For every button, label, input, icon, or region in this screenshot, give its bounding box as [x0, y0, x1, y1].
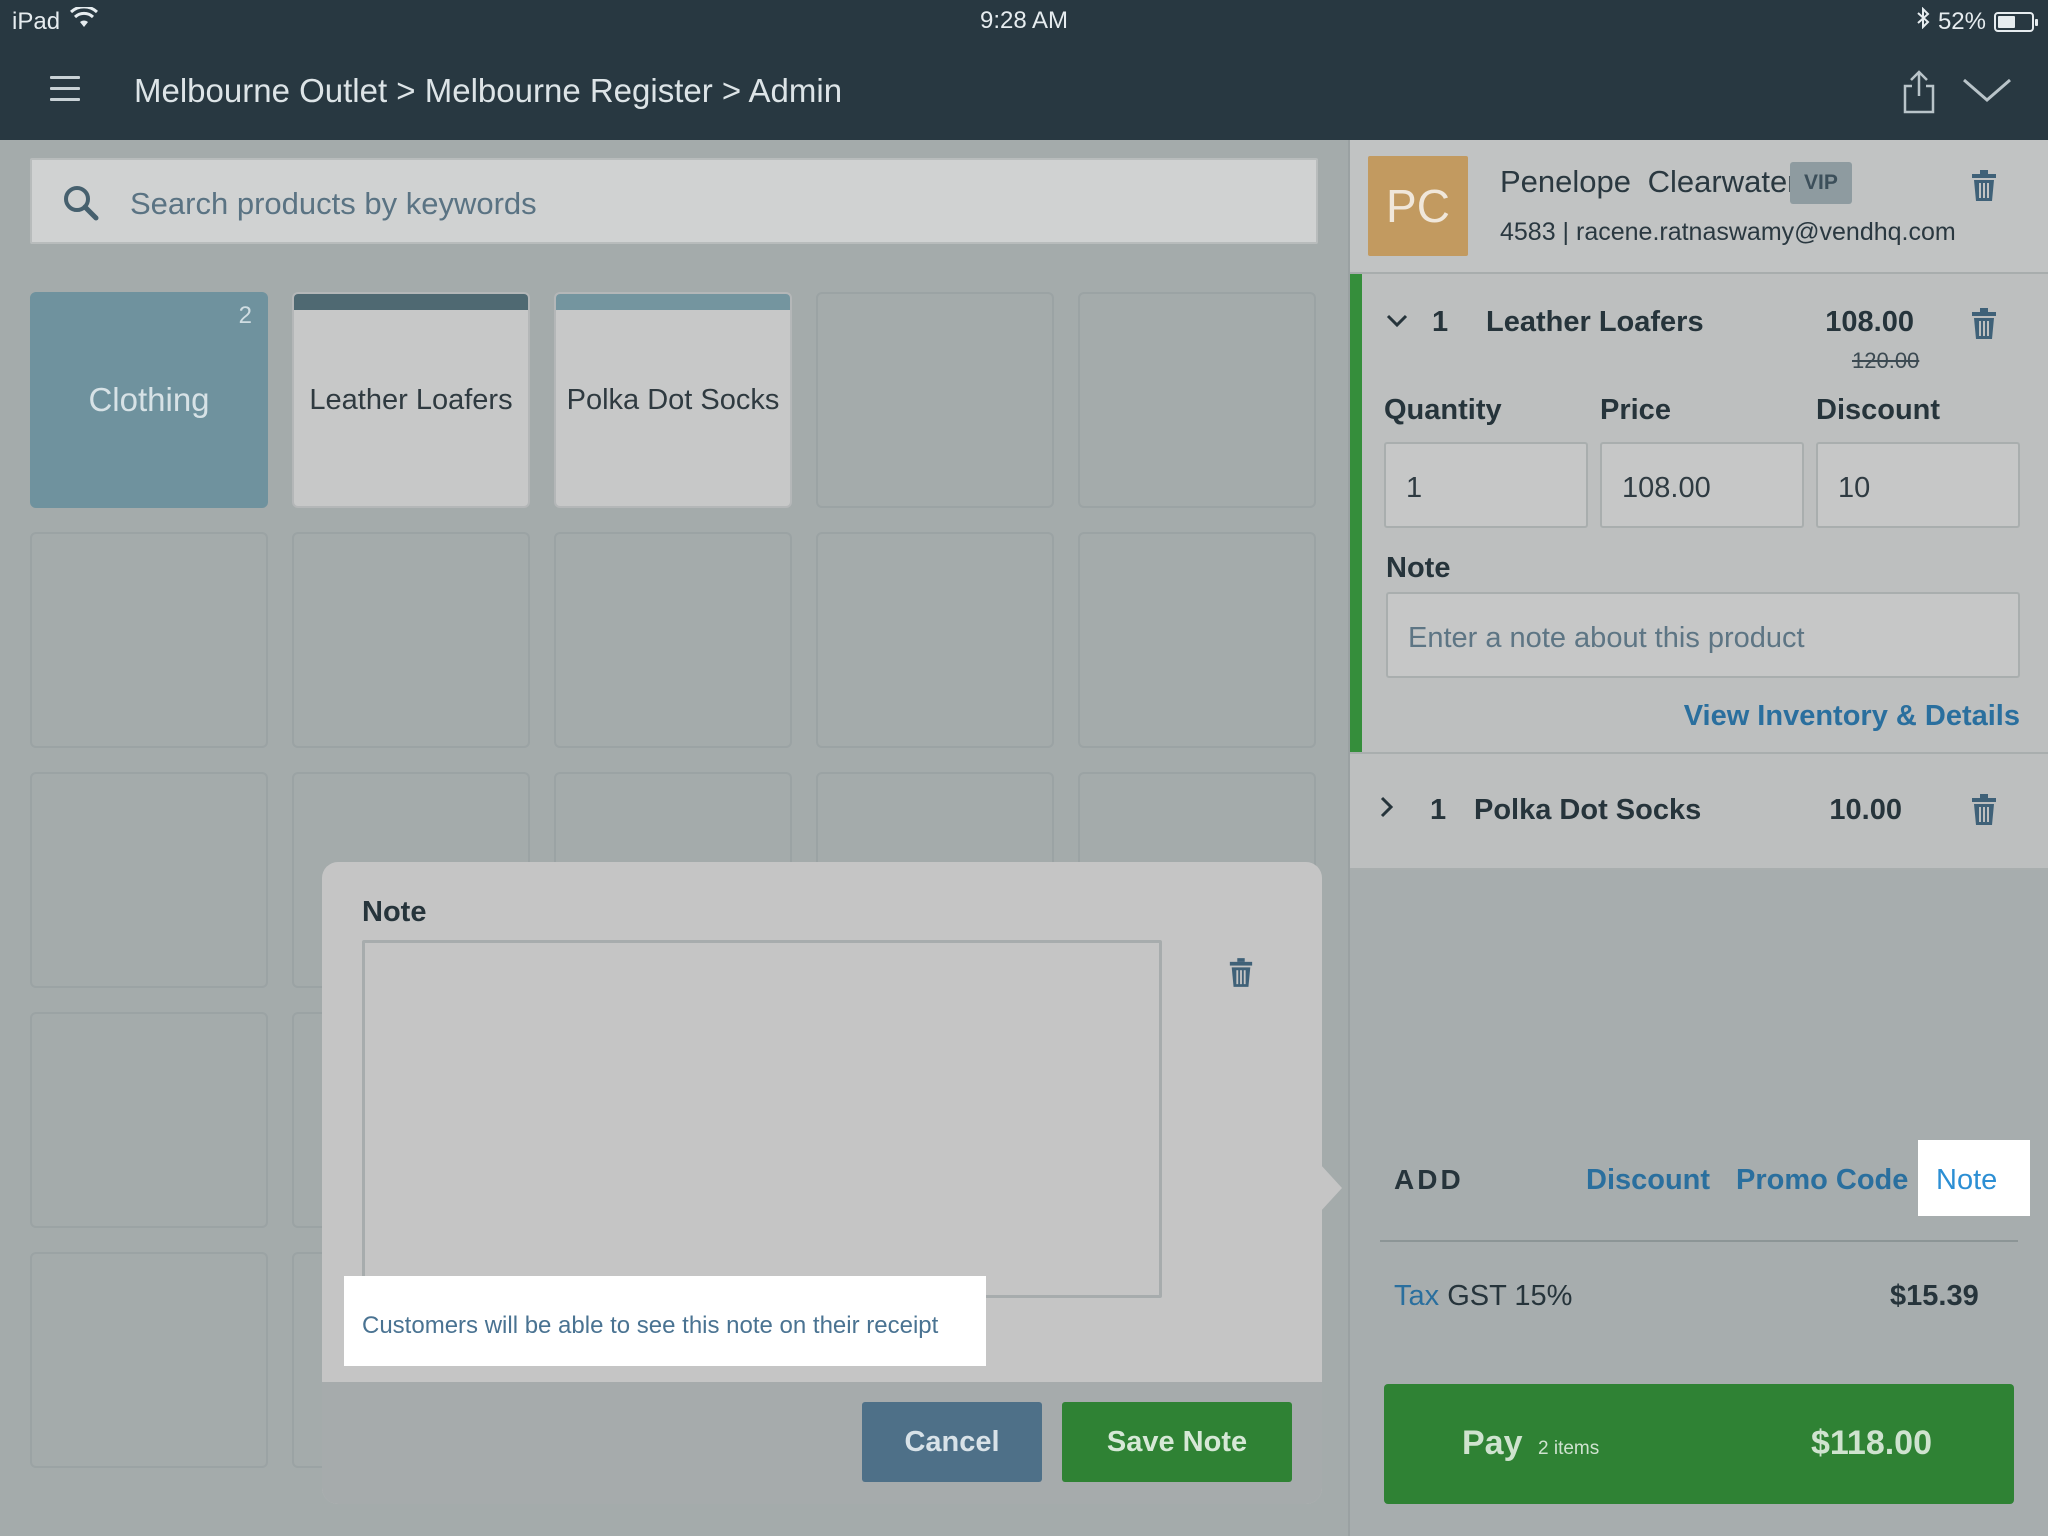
breadcrumb: Melbourne Outlet > Melbourne Register > …	[134, 72, 843, 109]
search-placeholder: Search products by keywords	[130, 186, 537, 221]
note-textarea[interactable]	[362, 940, 1162, 1298]
hamburger-menu-icon[interactable]	[50, 76, 80, 101]
divider	[1380, 1240, 2018, 1242]
cancel-button[interactable]: Cancel	[862, 1402, 1042, 1482]
search-icon	[62, 184, 100, 227]
clear-note-trash-icon[interactable]	[1228, 958, 1254, 993]
status-time: 9:28 AM	[979, 7, 1069, 34]
add-note-button[interactable]: Note	[1918, 1140, 2030, 1216]
chevron-down-icon[interactable]	[1386, 314, 1408, 333]
pay-button[interactable]: Pay 2 items $118.00	[1384, 1384, 2014, 1504]
pay-items-count: 2 items	[1538, 1438, 1600, 1459]
tax-link[interactable]: Tax	[1394, 1280, 1439, 1312]
line-name: Leather Loafers	[1486, 306, 1704, 338]
remove-item-trash-icon[interactable]	[1970, 308, 1998, 345]
note-label: Note	[1386, 552, 1451, 584]
empty-tile	[816, 292, 1054, 508]
add-label: ADD	[1394, 1164, 1464, 1195]
battery-percent: 52%	[1937, 7, 1986, 35]
empty-tile	[292, 532, 530, 748]
add-note-label: Note	[1936, 1164, 1998, 1196]
cart-line-item[interactable]: 1 Polka Dot Socks 10.00	[1350, 752, 2048, 870]
note-popover: Note Customers will be able to see this …	[322, 862, 1342, 1504]
empty-tile	[554, 532, 792, 748]
chevron-right-icon[interactable]	[1380, 796, 1394, 823]
empty-tile	[816, 532, 1054, 748]
empty-tile	[30, 772, 268, 988]
save-note-button[interactable]: Save Note	[1062, 1402, 1292, 1482]
status-bar: iPad 9:28 AM 52%	[0, 0, 2048, 40]
battery-icon	[1994, 11, 2038, 32]
quantity-label: Quantity	[1384, 394, 1502, 426]
note-hint: Customers will be able to see this note …	[344, 1276, 986, 1366]
original-price: 120.00	[1852, 348, 1920, 373]
line-name: Polka Dot Socks	[1474, 794, 1702, 826]
battery-fill	[1998, 15, 2015, 28]
product-note-field[interactable]: Enter a note about this product	[1386, 592, 2020, 678]
tile-label: Polka Dot Socks	[566, 384, 780, 416]
empty-tile	[30, 1012, 268, 1228]
pay-label: Pay	[1462, 1424, 1523, 1462]
chevron-down-icon[interactable]	[1962, 76, 2012, 109]
empty-tile	[30, 532, 268, 748]
tile-label: Clothing	[88, 381, 210, 418]
empty-tile	[1078, 292, 1316, 508]
add-promo-code-link[interactable]: Promo Code	[1736, 1164, 1908, 1197]
line-qty: 1	[1430, 794, 1447, 826]
tax-label: GST 15%	[1447, 1280, 1573, 1312]
share-icon[interactable]	[1902, 70, 1936, 119]
add-discount-link[interactable]: Discount	[1586, 1164, 1710, 1197]
avatar: PC	[1368, 156, 1468, 256]
line-price: 10.00	[1829, 794, 1902, 826]
customer-name: Penelope Clearwater	[1500, 164, 1798, 199]
view-inventory-link[interactable]: View Inventory & Details	[1684, 700, 2020, 733]
price-label: Price	[1600, 394, 1671, 426]
sale-panel: PC Penelope Clearwater VIP 4583 | racene…	[1348, 140, 2048, 1536]
line-qty: 1	[1432, 306, 1449, 338]
product-tile-leather-loafers[interactable]: Leather Loafers	[292, 292, 530, 508]
category-tile-clothing[interactable]: 2 Clothing	[30, 292, 268, 508]
price-field[interactable]: 108.00	[1600, 442, 1804, 528]
tax-amount: $15.39	[1890, 1280, 1979, 1312]
modal-footer: Cancel Save Note	[322, 1382, 1322, 1504]
search-input[interactable]: Search products by keywords	[30, 158, 1318, 244]
empty-tile	[1078, 532, 1316, 748]
vip-badge: VIP	[1790, 162, 1852, 204]
remove-item-trash-icon[interactable]	[1970, 794, 1998, 831]
cart-line-item[interactable]: 1 Leather Loafers 108.00 120.00 Quantity…	[1350, 274, 2048, 752]
tile-label: Leather Loafers	[309, 384, 513, 416]
popover-arrow	[1320, 1164, 1342, 1212]
discount-label: Discount	[1816, 394, 1941, 426]
pay-total: $118.00	[1810, 1424, 1932, 1462]
tax-row: Tax GST 15%	[1394, 1280, 1572, 1313]
quantity-field[interactable]: 1	[1384, 442, 1588, 528]
note-hint-text: Customers will be able to see this note …	[362, 1312, 939, 1339]
empty-tile	[30, 1252, 268, 1468]
customer-details: 4583 | racene.ratnaswamy@vendhq.com	[1500, 218, 1956, 246]
app-header: Melbourne Outlet > Melbourne Register > …	[0, 40, 2048, 140]
line-price: 108.00	[1825, 306, 1914, 338]
bluetooth-icon	[1916, 6, 1930, 36]
customer-card[interactable]: PC Penelope Clearwater VIP 4583 | racene…	[1350, 140, 2048, 274]
remove-customer-trash-icon[interactable]	[1970, 170, 1998, 207]
product-tile-polka-dot-socks[interactable]: Polka Dot Socks	[554, 292, 792, 508]
note-modal-title: Note	[362, 896, 427, 928]
category-count: 2	[238, 302, 252, 329]
discount-field[interactable]: 10	[1816, 442, 2020, 528]
